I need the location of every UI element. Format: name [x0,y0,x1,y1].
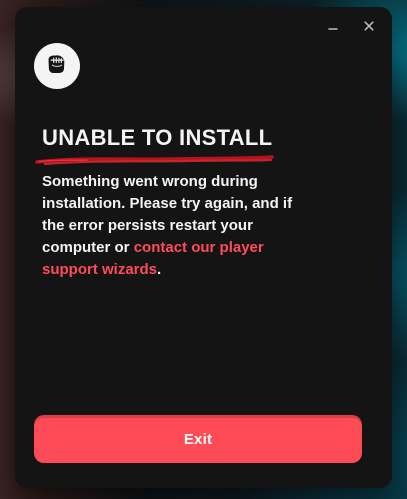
support-link-part-2[interactable]: support wizards [42,261,157,278]
brand-logo [34,43,80,89]
minimize-icon [327,20,339,32]
window-controls [324,17,378,35]
support-link-part-1[interactable]: contact our player [134,239,264,256]
minimize-button[interactable] [324,17,342,35]
close-button[interactable] [360,17,378,35]
message-period: . [157,261,162,278]
exit-button[interactable]: Exit [34,415,362,463]
message-line-2: installation. Please try again, and if [42,195,293,212]
riot-fist-icon [43,50,71,82]
message-line-4-prefix: computer or [42,239,134,256]
message-line-1: Something went wrong during [42,173,258,190]
title-underline [35,155,274,166]
close-icon [363,20,375,32]
page-title: UNABLE TO INSTALL [42,125,273,150]
install-error-dialog: UNABLE TO INSTALL Something went wrong d… [15,7,392,488]
message-line-3: the error persists restart your [42,217,253,234]
error-message: Something went wrong during installation… [42,171,342,281]
